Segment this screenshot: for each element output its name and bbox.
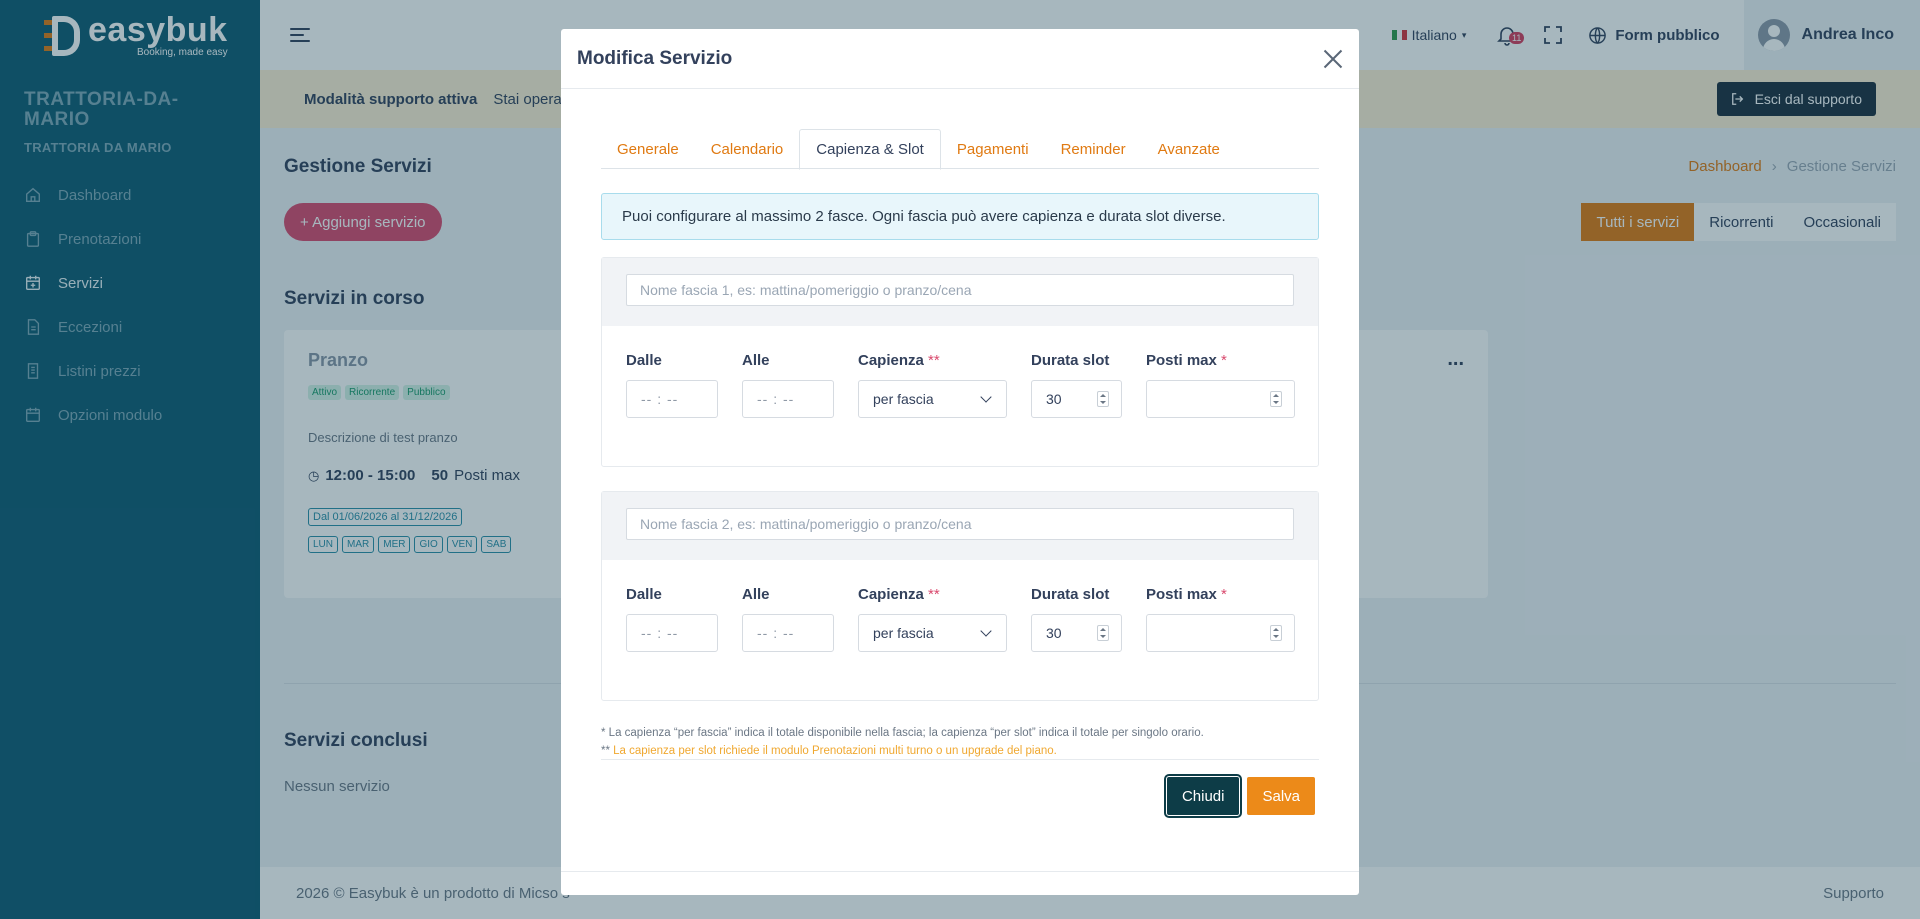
capacity-note-2: ** La capienza per slot richiede il modu… [601,745,1057,757]
slot-duration-input[interactable]: 30 [1031,614,1122,652]
stepper-icon[interactable] [1270,391,1282,407]
fascia-name-input[interactable]: Nome fascia 2, es: mattina/pomeriggio o … [626,508,1294,540]
modal-footer-divider [561,871,1359,872]
chevron-down-icon [980,625,992,637]
stepper-icon[interactable] [1270,625,1282,641]
capacity-notes: * La capienza “per fascia” indica il tot… [601,724,1319,760]
tab-avanzate[interactable]: Avanzate [1142,129,1236,169]
tab-calendario[interactable]: Calendario [695,129,800,169]
close-button[interactable]: Chiudi [1163,774,1243,818]
tab-generale[interactable]: Generale [601,129,695,169]
slot-duration-value: 30 [1046,625,1062,641]
stepper-icon[interactable] [1097,625,1109,641]
slot-duration-value: 30 [1046,391,1062,407]
to-label: Alle [742,586,770,603]
fascia-2: Nome fascia 2, es: mattina/pomeriggio o … [601,491,1319,701]
edit-service-modal: Modifica Servizio Generale Calendario Ca… [561,29,1359,895]
slot-duration-label: Durata slot [1031,586,1110,603]
max-seats-input[interactable] [1146,614,1295,652]
capacity-label: Capienza ** [858,352,940,369]
capacity-note-1: * La capienza “per fascia” indica il tot… [601,727,1204,739]
capacity-select[interactable]: per fascia [858,614,1007,652]
capacity-value: per fascia [873,625,934,641]
save-button[interactable]: Salva [1247,777,1315,815]
from-label: Dalle [626,352,662,369]
modal-tabs: Generale Calendario Capienza & Slot Paga… [601,129,1319,170]
from-time-input[interactable]: -- : -- [626,380,718,418]
fascia-name-input[interactable]: Nome fascia 1, es: mattina/pomeriggio o … [626,274,1294,306]
from-time-input[interactable]: -- : -- [626,614,718,652]
info-alert: Puoi configurare al massimo 2 fasce. Ogn… [601,193,1319,240]
fascia-1: Nome fascia 1, es: mattina/pomeriggio o … [601,257,1319,467]
slot-duration-input[interactable]: 30 [1031,380,1122,418]
tab-reminder[interactable]: Reminder [1045,129,1142,169]
to-label: Alle [742,352,770,369]
capacity-note-warning: La capienza per slot richiede il modulo … [613,745,1057,757]
close-icon[interactable] [1323,49,1343,69]
max-seats-label: Posti max * [1146,586,1227,603]
max-seats-input[interactable] [1146,380,1295,418]
modal-title: Modifica Servizio [577,47,733,69]
stepper-icon[interactable] [1097,391,1109,407]
tab-capienza-slot[interactable]: Capienza & Slot [799,129,941,170]
divider [601,759,1319,760]
modal-header: Modifica Servizio [561,29,1359,89]
max-seats-label: Posti max * [1146,352,1227,369]
slot-duration-label: Durata slot [1031,352,1110,369]
capacity-label: Capienza ** [858,586,940,603]
from-label: Dalle [626,586,662,603]
to-time-input[interactable]: -- : -- [742,614,834,652]
modal-actions: Chiudi Salva [1163,774,1315,818]
tab-pagamenti[interactable]: Pagamenti [941,129,1045,169]
capacity-value: per fascia [873,391,934,407]
capacity-select[interactable]: per fascia [858,380,1007,418]
chevron-down-icon [980,391,992,403]
to-time-input[interactable]: -- : -- [742,380,834,418]
